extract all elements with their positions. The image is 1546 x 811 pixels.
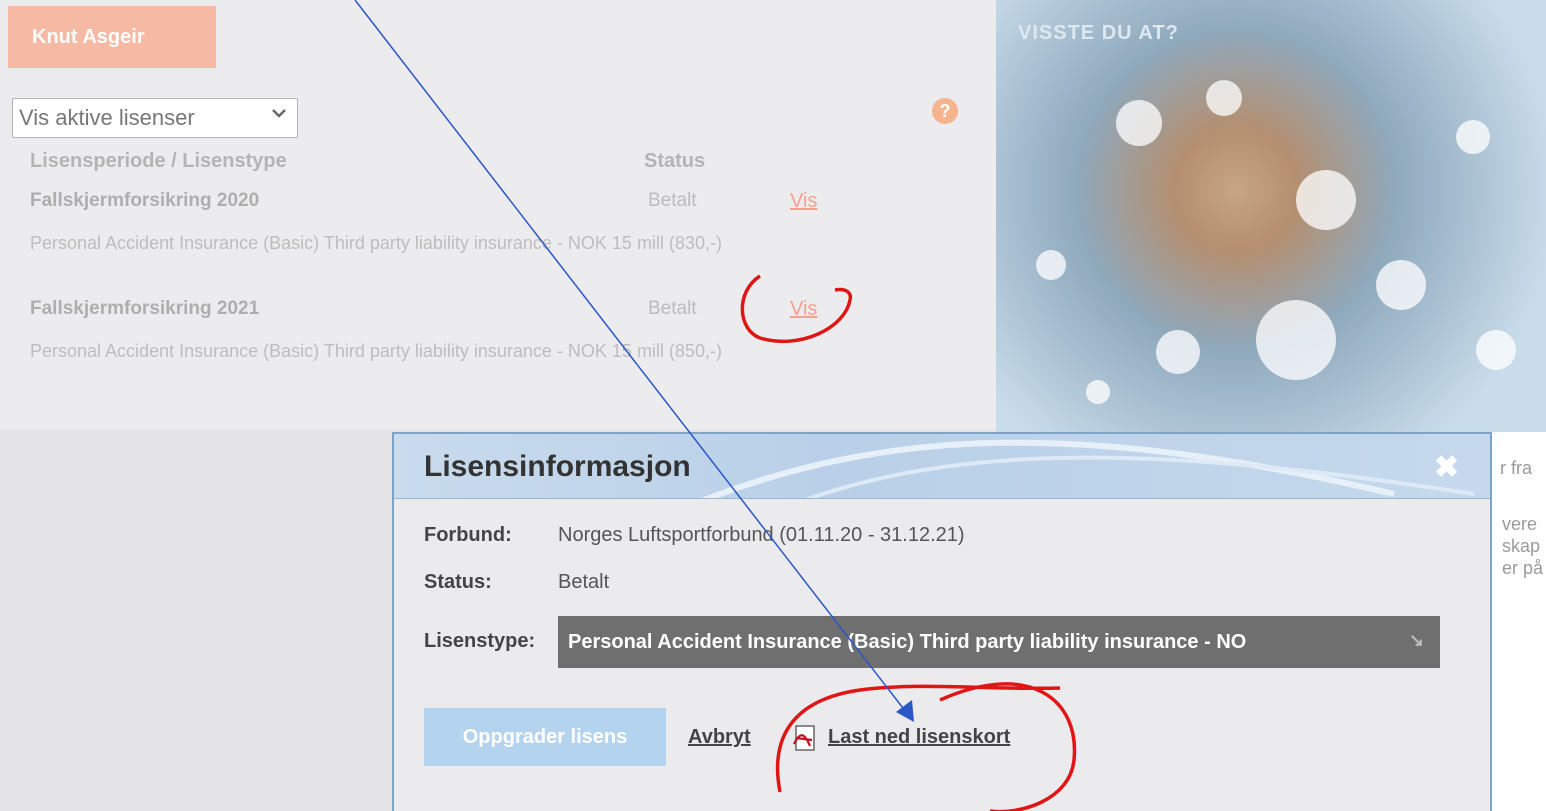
side-text-fragment: vere [1502,514,1538,534]
expand-arrow-icon: ↘ [1408,630,1424,650]
view-license-link[interactable]: Vis [790,298,817,321]
user-name-tab[interactable]: Knut Asgeir [8,6,216,68]
snow-flake [1476,330,1516,370]
side-text-fragment: skap [1502,536,1541,556]
license-description: Personal Accident Insurance (Basic) Thir… [30,341,722,361]
close-icon[interactable]: ✖ [1434,450,1459,485]
status-label: Status: [424,571,492,593]
upgrade-license-button[interactable]: Oppgrader lisens [424,708,666,766]
dialog-title: Lisensinformasjon [424,450,691,483]
chevron-down-icon [271,105,287,126]
forbund-label: Forbund: [424,524,512,546]
license-info-dialog: Lisensinformasjon ✖ Forbund: Norges Luft… [392,432,1492,811]
info-banner: VISSTE DU AT? [996,0,1546,432]
license-title: Fallskjermforsikring 2020 [30,190,260,211]
license-status: Betalt [648,298,697,319]
cancel-link[interactable]: Avbryt [688,726,751,749]
pdf-icon [793,725,815,751]
license-type-dropdown[interactable]: Personal Accident Insurance (Basic) Thir… [558,616,1440,668]
snow-flake [1086,380,1110,404]
snow-flake [1376,260,1426,310]
license-type-label: Lisenstype: [424,630,536,652]
license-type-value: Personal Accident Insurance (Basic) Thir… [568,630,1247,653]
column-header-status: Status [644,150,706,172]
download-license-card-link[interactable]: Last ned lisenskort [828,726,1010,749]
forbund-value: Norges Luftsportforbund (01.11.20 - 31.1… [558,524,965,546]
dialog-header: Lisensinformasjon ✖ [394,434,1490,499]
banner-title: VISSTE DU AT? [1018,22,1179,44]
license-filter-select[interactable]: Vis aktive lisenser [12,98,298,138]
side-text-fragment: r fra [1500,458,1533,478]
snow-flake [1296,170,1356,230]
license-title: Fallskjermforsikring 2021 [30,298,260,319]
snow-flake [1156,330,1200,374]
snow-flake [1206,80,1242,116]
side-text-fragment: er på [1502,558,1544,578]
license-description: Personal Accident Insurance (Basic) Thir… [30,233,722,253]
column-header-period: Lisensperiode / Lisenstype [30,150,287,172]
status-value: Betalt [558,571,610,593]
snow-flake [1256,300,1336,380]
view-license-link[interactable]: Vis [790,190,817,213]
help-icon[interactable]: ? [932,98,958,124]
snow-flake [1116,100,1162,146]
license-status: Betalt [648,190,697,211]
snow-flake [1456,120,1490,154]
license-filter-value: Vis aktive lisenser [19,105,195,130]
snow-flake [1036,250,1066,280]
